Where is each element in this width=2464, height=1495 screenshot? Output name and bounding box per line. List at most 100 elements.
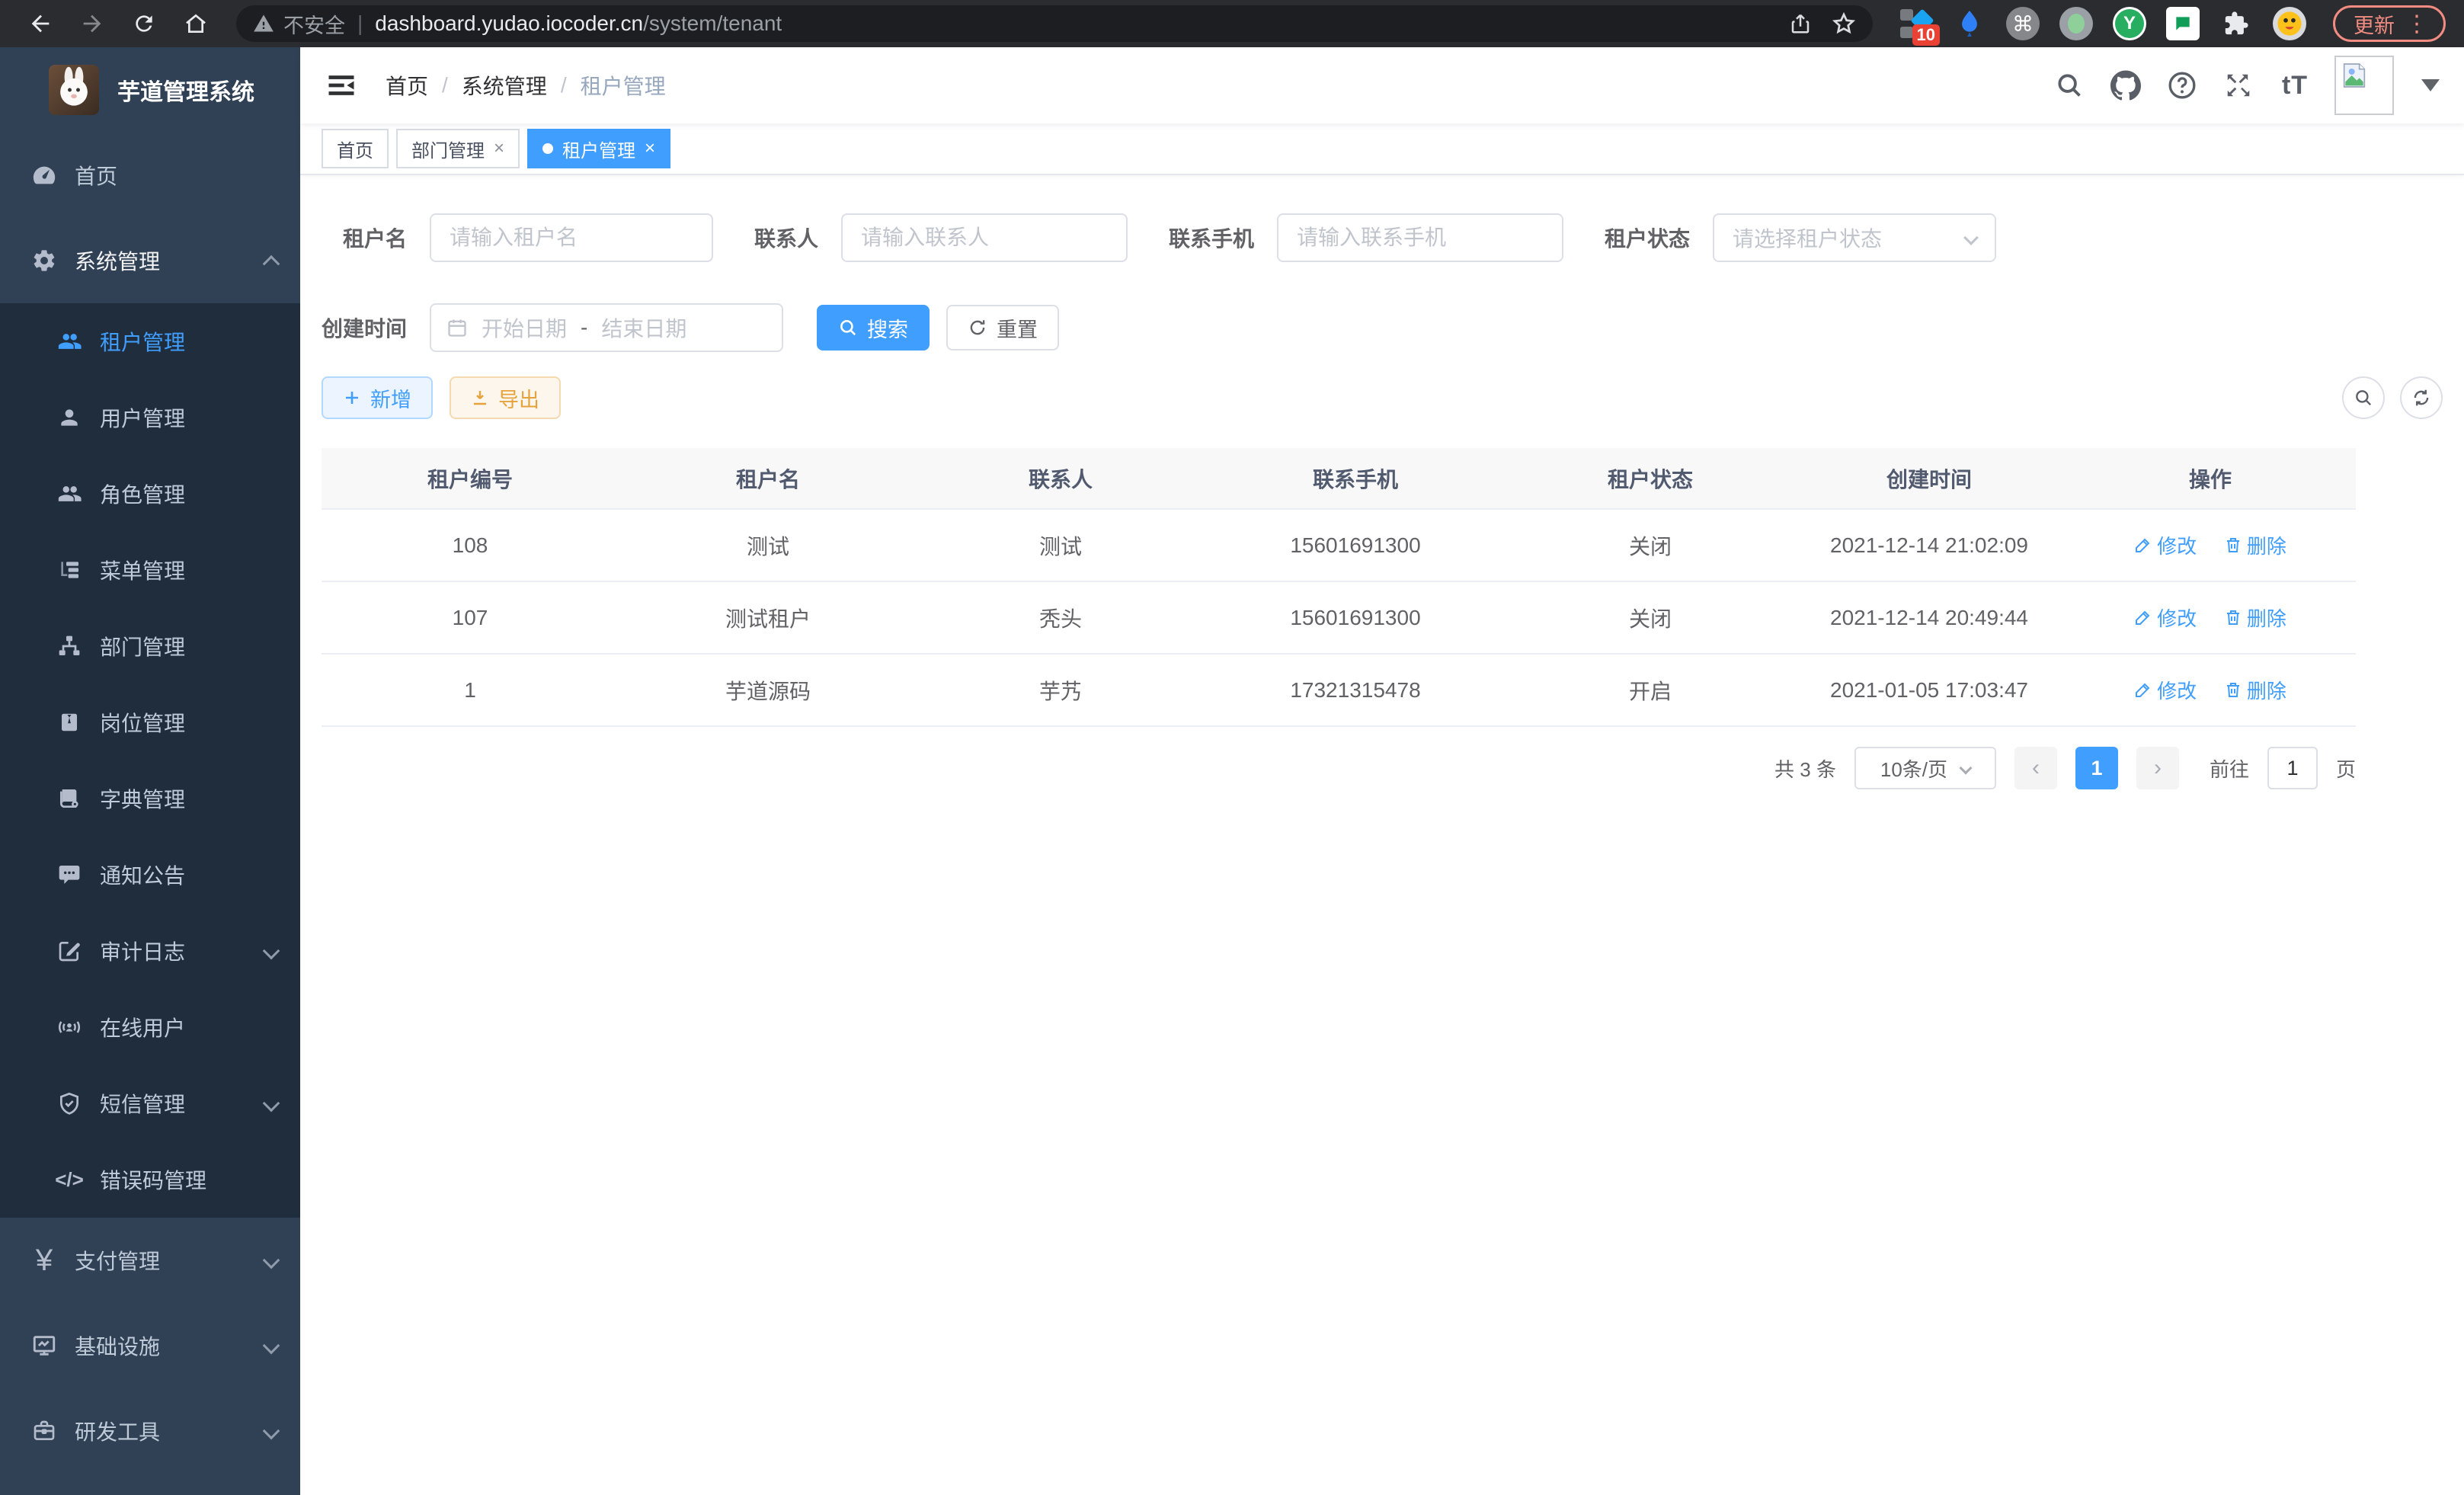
- date-range-input[interactable]: 开始日期 - 结束日期: [430, 303, 783, 352]
- sidebar-item-auditlog[interactable]: 审计日志: [0, 913, 300, 989]
- update-button[interactable]: 更新 ⋮: [2333, 5, 2446, 42]
- github-icon[interactable]: [2109, 69, 2142, 102]
- hide-search-button[interactable]: [2342, 376, 2385, 419]
- bookmark-star-icon[interactable]: [1832, 11, 1856, 36]
- sidebar-item-menu[interactable]: 菜单管理: [0, 532, 300, 608]
- sidebar-item-devtools[interactable]: 研发工具: [0, 1388, 300, 1474]
- tenant-name-input[interactable]: [430, 213, 713, 262]
- kebab-menu-icon[interactable]: ⋮: [2405, 11, 2428, 37]
- sidebar-item-system[interactable]: 系统管理: [0, 218, 300, 303]
- edit-link[interactable]: 修改: [2134, 531, 2197, 559]
- calendar-icon: [446, 317, 468, 338]
- sidebar-item-dept[interactable]: 部门管理: [0, 608, 300, 684]
- extension-emoji-icon[interactable]: [2272, 6, 2307, 41]
- logo[interactable]: 芋道管理系统: [0, 47, 300, 133]
- extension-tampermonkey-icon[interactable]: 10: [1899, 6, 1934, 41]
- sidebar-item-notice[interactable]: 通知公告: [0, 837, 300, 913]
- sidebar-item-online[interactable]: 在线用户: [0, 989, 300, 1065]
- app-title: 芋道管理系统: [117, 73, 254, 107]
- delete-link[interactable]: 删除: [2224, 531, 2286, 559]
- user-icon: [56, 404, 83, 431]
- extension-puzzle-icon[interactable]: [2219, 6, 2254, 41]
- delete-link[interactable]: 删除: [2224, 603, 2286, 632]
- extension-chat-icon[interactable]: [2165, 6, 2200, 41]
- total-count: 共 3 条: [1774, 754, 1836, 783]
- pagination: 共 3 条 10条/页 ‹ 1 › 前往 页: [322, 747, 2356, 789]
- created-label: 创建时间: [322, 312, 407, 343]
- extension-kite-icon[interactable]: [1952, 6, 1987, 41]
- edit-link[interactable]: 修改: [2134, 676, 2197, 704]
- chevron-down-icon: [263, 1423, 280, 1440]
- extension-badge: 10: [1912, 24, 1940, 46]
- export-button[interactable]: 导出: [450, 376, 561, 419]
- next-page-button[interactable]: ›: [2136, 747, 2179, 789]
- logo-image: [49, 65, 99, 115]
- contact-input[interactable]: [841, 213, 1128, 262]
- add-button[interactable]: 新增: [322, 376, 433, 419]
- shield-check-icon: [56, 1090, 83, 1117]
- table-header-row: 租户编号 租户名 联系人 联系手机 租户状态 创建时间 操作: [322, 448, 2356, 509]
- extension-gray-green-icon[interactable]: [2059, 6, 2094, 41]
- sidebar-item-post[interactable]: 岗位管理: [0, 684, 300, 760]
- forward-icon[interactable]: [70, 6, 114, 41]
- delete-link[interactable]: 删除: [2224, 676, 2286, 704]
- goto-page-input[interactable]: [2267, 747, 2318, 789]
- tenant-page: 租户名 联系人 联系手机 租户状态 请选择租户状态: [300, 175, 2464, 1495]
- breadcrumb-home[interactable]: 首页: [386, 70, 428, 101]
- sidebar-item-errorcode[interactable]: </> 错误码管理: [0, 1141, 300, 1218]
- extension-cmd-icon[interactable]: ⌘: [2005, 6, 2040, 41]
- sidebar-item-sms[interactable]: 短信管理: [0, 1065, 300, 1141]
- back-icon[interactable]: [18, 6, 62, 41]
- collapse-sidebar-icon[interactable]: [325, 69, 358, 102]
- tab-home[interactable]: 首页: [322, 129, 389, 168]
- prev-page-button[interactable]: ‹: [2014, 747, 2057, 789]
- status-label: 租户状态: [1605, 222, 1690, 253]
- font-size-icon[interactable]: tT: [2278, 69, 2312, 102]
- reset-button[interactable]: 重置: [946, 305, 1059, 351]
- search-icon[interactable]: [2053, 69, 2086, 102]
- page-size-select[interactable]: 10条/页: [1854, 747, 1996, 789]
- security-label[interactable]: 不安全: [283, 9, 345, 39]
- search-button[interactable]: 搜索: [817, 305, 930, 351]
- help-icon[interactable]: [2165, 69, 2199, 102]
- message-icon: [56, 861, 83, 888]
- sidebar-item-infra[interactable]: 基础设施: [0, 1303, 300, 1388]
- reload-icon[interactable]: [122, 6, 166, 41]
- dict-book-icon: [56, 785, 83, 812]
- edit-link[interactable]: 修改: [2134, 603, 2197, 632]
- share-icon[interactable]: [1789, 12, 1812, 35]
- status-select[interactable]: 请选择租户状态: [1713, 213, 1996, 262]
- url-bar[interactable]: 不安全 | dashboard.yudao.iocoder.cn /system…: [236, 5, 1873, 42]
- role-peoples-icon: [56, 480, 83, 507]
- tab-dept[interactable]: 部门管理 ×: [396, 129, 520, 168]
- close-icon[interactable]: ×: [645, 138, 655, 159]
- home-icon[interactable]: [174, 6, 218, 41]
- status-value: 关闭: [1507, 509, 1794, 581]
- close-icon[interactable]: ×: [494, 138, 504, 159]
- status-value: 开启: [1507, 654, 1794, 726]
- chevron-down-icon: [1960, 762, 1973, 775]
- chevron-down-icon: [263, 1095, 280, 1112]
- browser-toolbar: 不安全 | dashboard.yudao.iocoder.cn /system…: [0, 0, 2464, 47]
- avatar[interactable]: [2334, 56, 2394, 115]
- sidebar-item-home[interactable]: 首页: [0, 133, 300, 218]
- sidebar-item-user[interactable]: 用户管理: [0, 379, 300, 456]
- fullscreen-icon[interactable]: [2222, 69, 2255, 102]
- system-submenu: 租户管理 用户管理 角色管理 菜单管理 部门管理 岗位管理: [0, 303, 300, 1218]
- page-1-button[interactable]: 1: [2075, 747, 2118, 789]
- sidebar-item-pay[interactable]: ¥ 支付管理: [0, 1218, 300, 1303]
- tab-tenant[interactable]: 租户管理 ×: [527, 129, 670, 168]
- refresh-button[interactable]: [2400, 376, 2443, 419]
- log-edit-icon: [56, 937, 83, 965]
- url-host: dashboard.yudao.iocoder.cn: [375, 11, 643, 36]
- sidebar-item-tenant[interactable]: 租户管理: [0, 303, 300, 379]
- sidebar: 芋道管理系统 首页 系统管理 租户管理 用户管理 角色管理: [0, 47, 300, 1495]
- caret-down-icon[interactable]: [2421, 79, 2440, 91]
- extension-y-icon[interactable]: Y: [2112, 6, 2147, 41]
- chevron-up-icon: [263, 255, 280, 273]
- sidebar-item-dict[interactable]: 字典管理: [0, 760, 300, 837]
- mobile-input[interactable]: [1277, 213, 1563, 262]
- table-row: 1 芋道源码 芋艿 17321315478 开启 2021-01-05 17:0…: [322, 654, 2356, 726]
- sidebar-item-role[interactable]: 角色管理: [0, 456, 300, 532]
- breadcrumb-system[interactable]: 系统管理: [462, 70, 547, 101]
